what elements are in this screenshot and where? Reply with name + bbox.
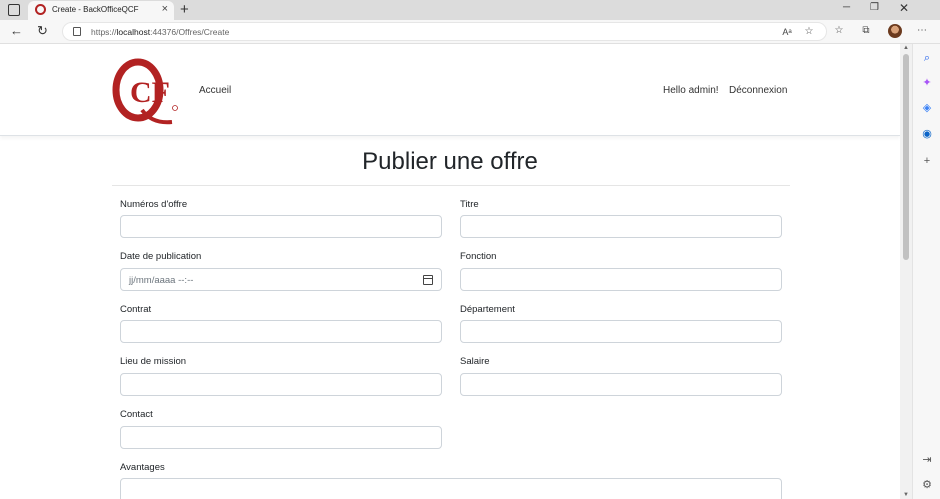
calendar-icon[interactable] — [423, 275, 433, 285]
sidebar-toggle-icon[interactable]: ⇥ — [921, 454, 933, 466]
window-close-icon[interactable]: ✕ — [899, 1, 909, 15]
date-placeholder: jj/mm/aaaa --:-- — [129, 275, 194, 286]
nav-home-link[interactable]: Accueil — [199, 85, 231, 96]
restore-icon[interactable]: ❐ — [870, 2, 879, 13]
svg-text:CF: CF — [130, 76, 170, 109]
browser-toolbar: ← ↻ https://localhost:44376/Offres/Creat… — [0, 20, 940, 44]
fonction-input[interactable] — [460, 268, 782, 291]
scroll-thumb[interactable] — [903, 54, 909, 260]
site-favicon-icon — [35, 4, 46, 15]
tab-close-icon[interactable]: × — [162, 3, 168, 15]
contact-label: Contact — [120, 409, 153, 420]
scroll-down-icon[interactable]: ▼ — [903, 492, 909, 498]
titre-label: Titre — [460, 199, 479, 210]
tab-actions-icon[interactable] — [8, 4, 20, 16]
salaire-label: Salaire — [460, 356, 490, 367]
avantages-label: Avantages — [120, 462, 165, 473]
add-sidebar-icon[interactable]: + — [921, 155, 933, 167]
date-label: Date de publication — [120, 251, 202, 262]
contrat-label: Contrat — [120, 304, 152, 315]
profile-avatar[interactable] — [888, 24, 902, 38]
avantages-input[interactable] — [120, 478, 782, 499]
edge-sidebar: ⌕ ✦ ◈ ◉ + ⇥ ⚙ — [912, 44, 940, 499]
title-divider — [112, 185, 790, 186]
scroll-up-icon[interactable]: ▲ — [903, 45, 909, 51]
numero-label: Numéros d'offre — [120, 199, 188, 210]
refresh-icon[interactable]: ↻ — [37, 23, 48, 39]
new-tab-icon[interactable]: + — [180, 1, 189, 18]
titre-input[interactable] — [460, 215, 782, 238]
departement-label: Département — [460, 304, 515, 315]
back-icon[interactable]: ← — [10, 23, 23, 38]
browser-tabstrip: Create - BackOfficeQCF × + ─ ❐ ✕ — [0, 0, 940, 20]
logout-link[interactable]: Déconnexion — [729, 85, 787, 96]
site-navbar: CF Accueil Hello admin! Déconnexion — [0, 44, 900, 136]
web-page: CF Accueil Hello admin! Déconnexion Publ… — [0, 44, 900, 499]
lieu-input[interactable] — [120, 373, 442, 396]
page-title: Publier une offre — [362, 148, 538, 175]
favorites-icon[interactable]: ☆ — [833, 25, 845, 37]
shopping-icon[interactable]: ◈ — [921, 102, 933, 114]
numero-input[interactable] — [120, 215, 442, 238]
search-icon[interactable]: ⌕ — [921, 52, 933, 64]
collections-icon[interactable]: ⧉ — [860, 25, 872, 37]
salaire-input[interactable] — [460, 373, 782, 396]
outlook-icon[interactable]: ◉ — [921, 128, 933, 140]
minimize-icon[interactable]: ─ — [843, 2, 850, 13]
read-aloud-icon[interactable]: Aᵃ — [781, 26, 793, 38]
contact-input[interactable] — [120, 426, 442, 449]
tab-title: Create - BackOfficeQCF — [52, 5, 139, 14]
browser-tab[interactable]: Create - BackOfficeQCF × — [28, 1, 174, 20]
departement-input[interactable] — [460, 320, 782, 343]
qcf-logo[interactable]: CF — [112, 52, 182, 126]
lock-icon — [73, 27, 81, 36]
favorite-add-icon[interactable]: ☆ — [803, 26, 815, 38]
address-bar[interactable]: https://localhost:44376/Offres/Create Aᵃ… — [62, 22, 827, 41]
url-text: https://localhost:44376/Offres/Create — [91, 27, 230, 37]
page-scrollbar[interactable]: ▲ ▼ — [900, 44, 912, 499]
more-icon[interactable]: ⋯ — [916, 25, 928, 37]
lieu-label: Lieu de mission — [120, 356, 187, 367]
settings-icon[interactable]: ⚙ — [921, 479, 933, 491]
fonction-label: Fonction — [460, 251, 497, 262]
date-input[interactable]: jj/mm/aaaa --:-- — [120, 268, 442, 291]
contrat-input[interactable] — [120, 320, 442, 343]
copilot-icon[interactable]: ✦ — [921, 77, 933, 89]
user-greeting[interactable]: Hello admin! — [663, 85, 719, 96]
